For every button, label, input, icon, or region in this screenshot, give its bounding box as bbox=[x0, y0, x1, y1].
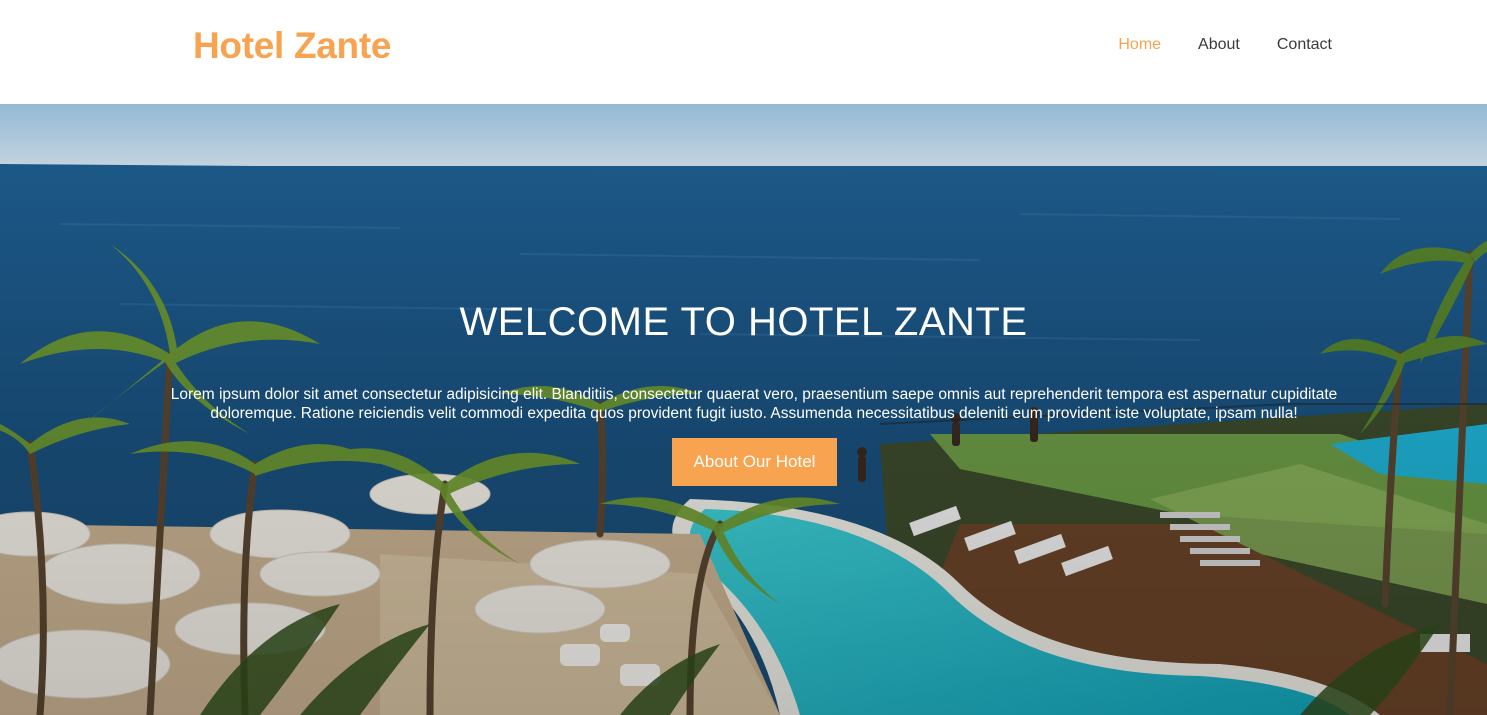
nav-home[interactable]: Home bbox=[1118, 34, 1161, 56]
nav-about[interactable]: About bbox=[1198, 34, 1240, 56]
brand-logo[interactable]: Hotel Zante bbox=[193, 24, 391, 68]
hero-title: WELCOME TO HOTEL ZANTE bbox=[459, 300, 1028, 344]
site-header: Hotel Zante Home About Contact bbox=[0, 0, 1487, 104]
hero-section: WELCOME TO HOTEL ZANTE Lorem ipsum dolor… bbox=[0, 104, 1487, 715]
about-hotel-button[interactable]: About Our Hotel bbox=[672, 438, 837, 486]
nav-contact[interactable]: Contact bbox=[1277, 34, 1332, 56]
hero-description: Lorem ipsum dolor sit amet consectetur a… bbox=[170, 386, 1338, 422]
main-nav: Home About Contact bbox=[1081, 34, 1332, 56]
